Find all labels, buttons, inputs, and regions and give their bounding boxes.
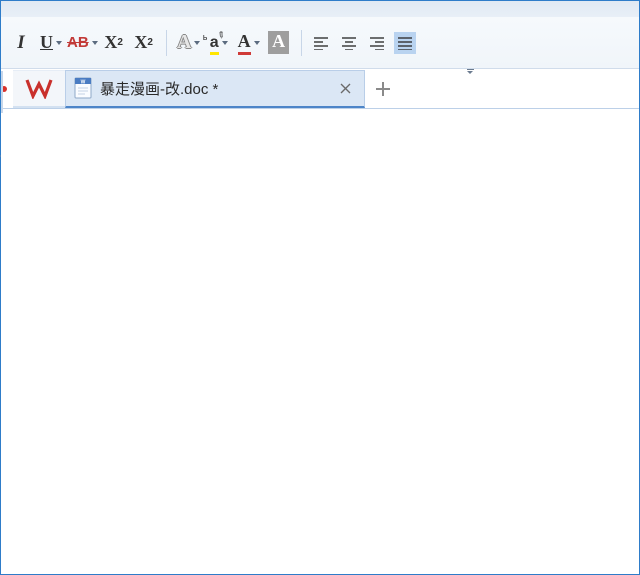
subscript-icon: X2 [134,32,153,53]
plus-icon [374,80,392,98]
align-justify-icon [397,36,413,50]
shading-icon: A [268,31,289,54]
align-right-icon [369,36,385,50]
document-tab-bar: W 暴走漫画-改.doc * [1,69,639,109]
titlebar-gradient [1,1,639,17]
tab-close-button[interactable] [336,79,354,97]
align-center-icon [341,36,357,50]
highlight-color-button[interactable]: a ✎ ь [205,28,233,58]
superscript-button[interactable]: X2 [100,28,128,58]
italic-icon: I [17,32,24,54]
italic-button[interactable]: I [7,28,35,58]
document-canvas[interactable] [1,113,639,574]
align-right-button[interactable] [366,32,388,54]
doc-file-icon: W [74,77,92,99]
new-tab-button[interactable] [365,71,401,107]
formatting-toolbar: I U AB X2 X2 A a ✎ ь A A [1,17,639,69]
font-color-button[interactable]: A [235,28,263,58]
align-left-icon [313,36,329,50]
underline-icon: U [40,32,53,53]
align-justify-button[interactable] [394,32,416,54]
toolbar-separator [301,30,302,56]
app-window: I U AB X2 X2 A a ✎ ь A A [0,0,640,575]
pen-glyph: ✎ [214,28,227,41]
strikethrough-button[interactable]: AB [67,28,98,58]
align-center-button[interactable] [338,32,360,54]
alignment-group [310,32,416,54]
underline-button[interactable]: U [37,28,65,58]
font-color-icon: A [238,31,251,55]
document-tab-active[interactable]: W 暴走漫画-改.doc * [65,70,365,108]
close-icon [340,83,351,94]
toolbar-overflow-indicator[interactable] [465,69,475,74]
text-effects-icon: A [177,31,191,54]
subscript-button[interactable]: X2 [130,28,158,58]
wps-logo-icon [25,77,53,99]
highlight-icon: a ✎ ь [210,34,219,52]
tab-filename: 暴走漫画-改.doc * [100,78,328,99]
svg-text:W: W [81,79,86,85]
shading-button[interactable]: A [265,28,293,58]
toolbar-separator [166,30,167,56]
superscript-icon: X2 [104,32,123,53]
strikethrough-icon: AB [67,34,89,51]
text-effects-button[interactable]: A [175,28,203,58]
align-left-button[interactable] [310,32,332,54]
wps-home-button[interactable] [13,70,65,108]
